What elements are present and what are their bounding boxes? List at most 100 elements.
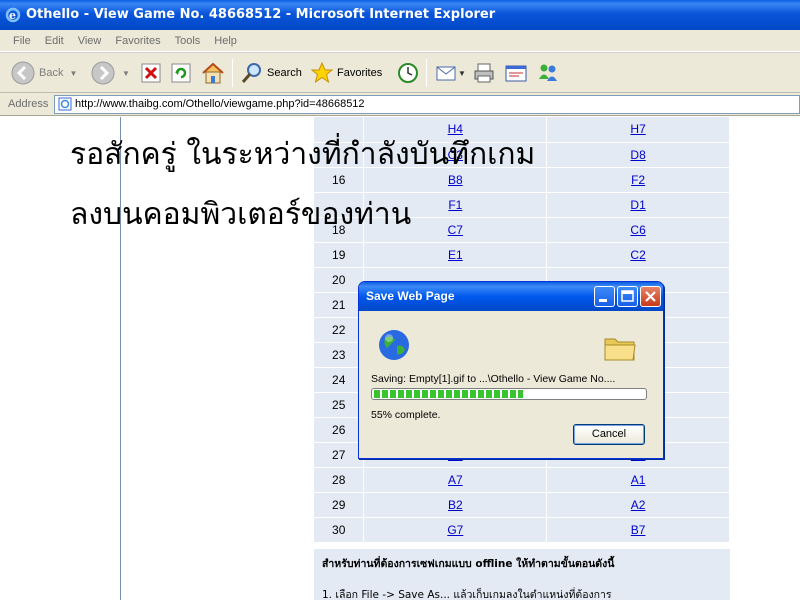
notes-step-1: 1. เลือก File -> Save As... แล้วเก็บเกมล… [322, 589, 612, 600]
move-number: 19 [314, 242, 365, 268]
window-title: Othello - View Game No. 48668512 - Micro… [26, 7, 496, 22]
table-row: 29 B2 A2 [314, 492, 730, 518]
white-move-cell: C6 [546, 217, 730, 243]
toolbar: Back ▼ ▼ Search Favorites ▼ [0, 52, 800, 93]
move-number: 20 [314, 267, 365, 293]
menu-view[interactable]: View [71, 30, 109, 52]
address-url: http://www.thaibg.com/Othello/viewgame.p… [75, 98, 365, 110]
white-move-cell: D8 [546, 142, 730, 168]
mail-button[interactable]: ▼ [434, 59, 466, 87]
black-move-cell: A7 [363, 467, 548, 493]
home-button[interactable] [200, 59, 226, 87]
toolbar-separator [426, 59, 427, 87]
wait-message-line-1: รอสักครู่ ในระหว่างที่กำลังบันทึกเกม [70, 137, 536, 172]
back-arrow-icon [11, 61, 35, 85]
minimize-icon [599, 299, 607, 302]
menu-file[interactable]: File [6, 30, 38, 52]
favorites-button[interactable]: Favorites [310, 59, 382, 87]
white-move-cell: F2 [546, 167, 730, 193]
forward-button[interactable]: ▼ [90, 59, 130, 87]
white-move-cell: H7 [546, 117, 730, 143]
white-move-link[interactable]: H7 [630, 122, 645, 136]
menu-favorites[interactable]: Favorites [108, 30, 167, 52]
percent-complete: 55% complete. [371, 409, 441, 421]
window-titlebar: e Othello - View Game No. 48668512 - Mic… [0, 0, 800, 30]
white-move-link[interactable]: C6 [630, 223, 645, 237]
back-dropdown-icon[interactable]: ▼ [69, 69, 77, 78]
page-icon [58, 97, 72, 111]
move-number: 29 [314, 492, 365, 518]
black-move-link[interactable]: B2 [448, 498, 463, 512]
minimize-button[interactable] [594, 286, 615, 307]
white-move-link[interactable]: D1 [630, 198, 645, 212]
back-button[interactable]: Back ▼ [10, 59, 77, 87]
globe-icon [379, 330, 409, 360]
move-number: 21 [314, 292, 365, 318]
move-number: 28 [314, 467, 365, 493]
address-bar: Address http://www.thaibg.com/Othello/vi… [0, 93, 800, 116]
folder-icon [604, 338, 636, 361]
history-icon [398, 63, 418, 83]
move-number: 30 [314, 517, 365, 543]
move-number: 25 [314, 392, 365, 418]
menu-tools[interactable]: Tools [168, 30, 208, 52]
forward-arrow-icon [91, 61, 115, 85]
star-icon [310, 61, 334, 84]
save-web-page-dialog: Save Web Page Saving: Empty[1].gif to ..… [358, 281, 664, 459]
white-move-cell: B7 [546, 517, 730, 543]
white-move-link[interactable]: B7 [631, 523, 646, 537]
white-move-cell: C2 [546, 242, 730, 268]
svg-text:e: e [9, 9, 16, 22]
close-icon [645, 291, 656, 302]
favorites-label: Favorites [337, 67, 383, 79]
black-move-link[interactable]: A7 [448, 473, 463, 487]
move-number: 24 [314, 367, 365, 393]
edit-page-icon [505, 65, 527, 82]
stop-icon [141, 63, 161, 83]
black-move-cell: E1 [363, 242, 548, 268]
messenger-icon [539, 64, 557, 81]
stop-button[interactable] [140, 59, 162, 87]
white-move-link[interactable]: D8 [630, 148, 645, 162]
address-input[interactable]: http://www.thaibg.com/Othello/viewgame.p… [54, 95, 800, 114]
save-progress-fill [374, 390, 523, 398]
forward-dropdown-icon[interactable]: ▼ [122, 69, 130, 78]
white-move-link[interactable]: A1 [631, 473, 646, 487]
frame-divider [120, 117, 121, 600]
history-button[interactable] [396, 59, 420, 87]
notes-heading: สำหรับท่านที่ต้องการเซฟเกมแบบ offline ให… [322, 558, 615, 570]
maximize-icon [621, 290, 634, 302]
messenger-button[interactable] [536, 59, 560, 87]
table-row: 19 E1 C2 [314, 242, 730, 268]
white-move-cell: A1 [546, 467, 730, 493]
black-move-link[interactable]: C7 [448, 223, 463, 237]
refresh-button[interactable] [170, 59, 192, 87]
dialog-title: Save Web Page [366, 289, 455, 303]
white-move-link[interactable]: C2 [630, 248, 645, 262]
black-move-link[interactable]: G7 [447, 523, 463, 537]
black-move-link[interactable]: E1 [448, 248, 463, 262]
refresh-icon [171, 63, 191, 83]
maximize-button[interactable] [617, 286, 638, 307]
back-label: Back [39, 67, 64, 79]
menu-help[interactable]: Help [207, 30, 244, 52]
black-move-cell: G7 [363, 517, 548, 543]
black-move-link[interactable]: F1 [448, 198, 462, 212]
move-number: 22 [314, 317, 365, 343]
toolbar-separator [232, 59, 233, 87]
move-number: 23 [314, 342, 365, 368]
white-move-link[interactable]: F2 [631, 173, 645, 187]
printer-icon [474, 63, 494, 83]
edit-button[interactable] [504, 59, 528, 87]
search-button[interactable]: Search [240, 59, 302, 87]
print-button[interactable] [472, 59, 496, 87]
table-row: 28 A7 A1 [314, 467, 730, 493]
mail-dropdown-icon[interactable]: ▼ [458, 69, 466, 78]
menu-edit[interactable]: Edit [38, 30, 71, 52]
move-number: 26 [314, 417, 365, 443]
white-move-link[interactable]: A2 [631, 498, 646, 512]
table-row: 30 G7 B7 [314, 517, 730, 543]
cancel-button[interactable]: Cancel [573, 424, 645, 445]
close-button[interactable] [640, 286, 661, 307]
dialog-body: Saving: Empty[1].gif to ...\Othello - Vi… [359, 311, 663, 458]
